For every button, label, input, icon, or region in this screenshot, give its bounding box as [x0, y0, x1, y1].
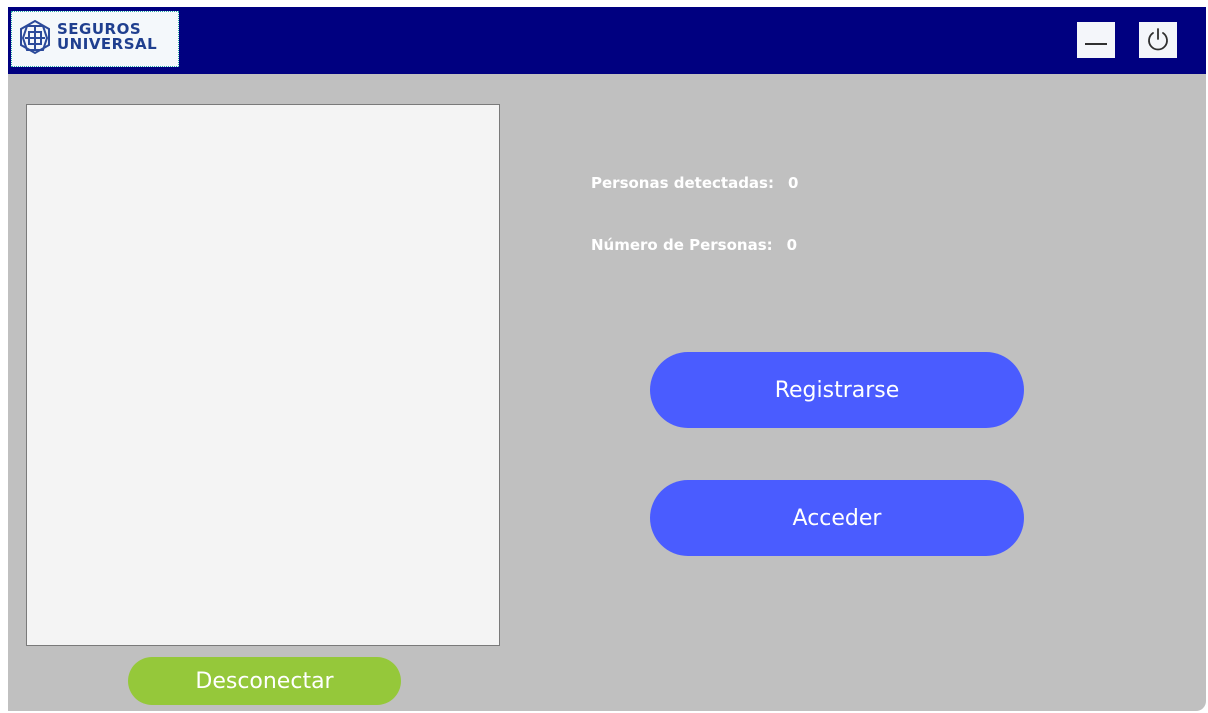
power-button[interactable]: [1139, 22, 1177, 58]
disconnect-button[interactable]: Desconectar: [128, 657, 401, 705]
logo-text-line2: UNIVERSAL: [57, 35, 158, 53]
register-button[interactable]: Registrarse: [650, 352, 1024, 428]
logo-emblem-icon: [20, 19, 50, 55]
persons-count-stat: Número de Personas: 0: [591, 236, 797, 254]
power-icon: [1148, 28, 1168, 51]
access-button[interactable]: Acceder: [650, 480, 1024, 556]
logo-text: SEGUROS UNIVERSAL: [57, 22, 157, 52]
minimize-button[interactable]: [1077, 22, 1115, 58]
detected-persons-stat: Personas detectadas: 0: [591, 174, 798, 192]
minimize-icon: [1085, 43, 1107, 45]
app-window: SEGUROS UNIVERSAL Personas detectadas: 0 …: [8, 7, 1206, 711]
detected-persons-value: 0: [787, 174, 799, 192]
camera-preview: [26, 104, 500, 646]
persons-count-value: 0: [786, 236, 798, 254]
company-logo: SEGUROS UNIVERSAL: [11, 11, 179, 67]
persons-count-label: Número de Personas:: [591, 236, 773, 254]
detected-persons-label: Personas detectadas:: [591, 174, 774, 192]
title-bar: SEGUROS UNIVERSAL: [8, 7, 1206, 74]
